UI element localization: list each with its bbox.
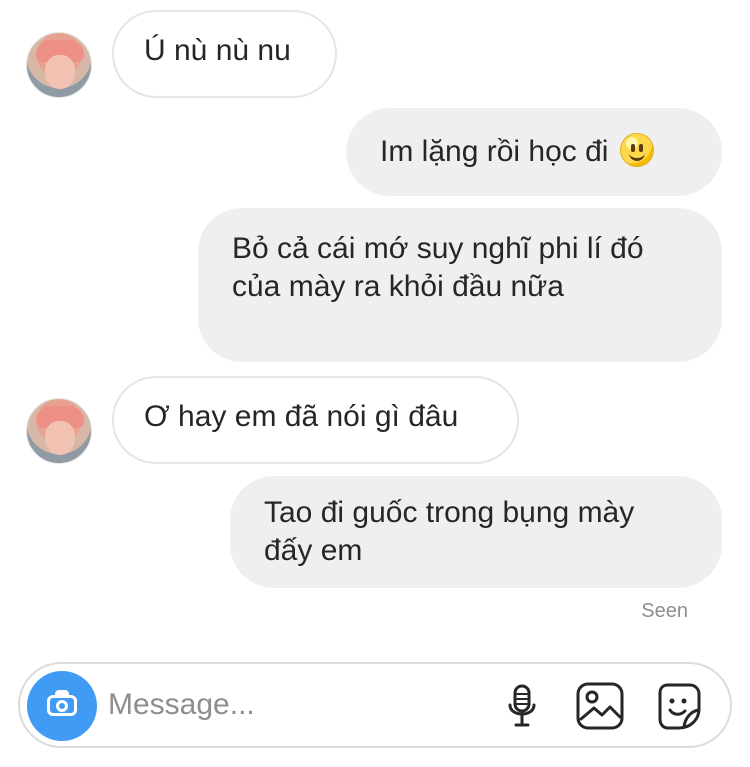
message-input[interactable] (108, 682, 408, 728)
outgoing-message-bubble[interactable]: Tao đi guốc trong bụng mày đấy em (230, 476, 722, 588)
sender-avatar[interactable] (26, 398, 92, 464)
outgoing-message-bubble[interactable]: Im lặng rồi học đi (346, 108, 722, 196)
message-text: Ơ hay em đã nói gì đâu (144, 400, 459, 433)
microphone-icon (508, 684, 536, 727)
voice-message-button[interactable] (496, 680, 548, 732)
slightly-smiling-face-icon (620, 133, 655, 167)
sticker-button[interactable] (653, 680, 705, 732)
gallery-button[interactable] (574, 680, 626, 732)
camera-button[interactable] (27, 671, 97, 741)
message-text: Tao đi guốc trong bụng mày đấy em (264, 496, 635, 567)
incoming-message-bubble[interactable]: Ú nù nù nu (112, 10, 337, 98)
camera-icon (56, 700, 68, 712)
gallery-icon (576, 682, 624, 730)
message-text: Ú nù nù nu (144, 34, 291, 67)
message-text: Bỏ cả cái mớ suy nghĩ phi lí đó của mày … (232, 232, 644, 303)
incoming-message-bubble[interactable]: Ơ hay em đã nói gì đâu (112, 376, 519, 464)
sender-avatar[interactable] (26, 32, 92, 98)
seen-status: Seen (641, 600, 688, 622)
outgoing-message-bubble[interactable]: Bỏ cả cái mớ suy nghĩ phi lí đó của mày … (198, 208, 722, 362)
message-composer (18, 662, 732, 748)
sticker-icon (658, 683, 701, 730)
message-text: Im lặng rồi học đi (380, 135, 609, 168)
direct-message-thread: Ú nù nù nu Im lặng rồi học đi Bỏ cả cái … (0, 0, 750, 767)
